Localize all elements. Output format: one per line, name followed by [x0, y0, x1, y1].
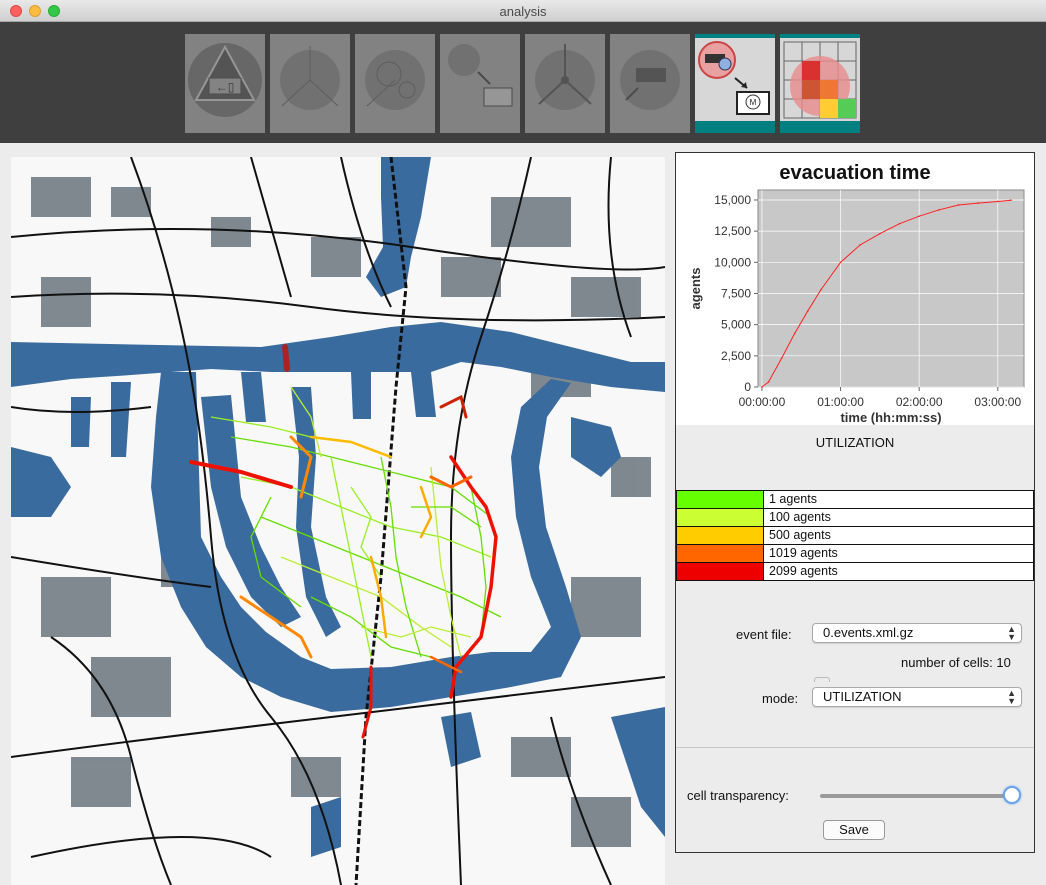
evacuation-exit-icon: ←▯: [188, 43, 262, 117]
node-links-tool-button[interactable]: [355, 34, 435, 133]
toolbar: ←▯ M: [0, 22, 1046, 143]
legend-label: 2099 agents: [769, 564, 838, 578]
select-arrows-icon: ▲ ▼: [1007, 624, 1016, 642]
evacuation-time-chart: evacuation time 0 2,500 5,000 7,500 10,000 12…: [676, 153, 1034, 425]
x-tick-label: 03:00:00: [974, 395, 1021, 409]
network-map: [11, 157, 665, 885]
legend-swatch: [677, 527, 764, 544]
cell-transparency-slider[interactable]: [820, 794, 1015, 798]
transit-export-tool-button[interactable]: M: [695, 34, 775, 133]
network-nodes-tool-button[interactable]: [270, 34, 350, 133]
legend-swatch: [677, 509, 764, 526]
bus-routing-tool-button[interactable]: [610, 34, 690, 133]
svg-text:←▯: ←▯: [216, 80, 235, 94]
data-point: [761, 386, 763, 388]
export-tool-button[interactable]: [440, 34, 520, 133]
analysis-panel: evacuation time 0 2,500 5,000 7,500 10,000 12…: [675, 152, 1035, 853]
data-point: [898, 222, 901, 225]
legend-label: 1019 agents: [769, 546, 838, 560]
utilization-legend: 1 agents 100 agents 500 agents 1019 agents 2…: [676, 490, 1034, 581]
data-point: [859, 244, 862, 246]
chart-plot: 0 2,500 5,000 7,500 10,000 12,500 15,000 00:00:…: [688, 189, 1025, 425]
event-file-value: 0.events.xml.gz: [823, 625, 914, 640]
heatmap-tool-button[interactable]: [780, 34, 860, 133]
event-file-select[interactable]: 0.events.xml.gz ▲ ▼: [812, 623, 1022, 643]
mode-value: UTILIZATION: [823, 689, 902, 704]
y-tick-label: 7,500: [721, 286, 751, 300]
event-file-label: event file:: [736, 627, 792, 642]
legend-row: 500 agents: [676, 527, 1034, 545]
map-view[interactable]: [11, 157, 665, 885]
mode-label: mode:: [762, 691, 799, 706]
y-tick-label: 10,000: [714, 255, 751, 269]
y-tick-label: 0: [744, 380, 751, 394]
x-axis-label: time (hh:mm:ss): [840, 410, 941, 425]
evacuation-area-tool-button[interactable]: ←▯: [185, 34, 265, 133]
data-point: [793, 332, 796, 335]
utilization-title: UTILIZATION: [815, 435, 895, 450]
title-bar: analysis: [0, 0, 1046, 22]
y-axis-label: agents: [688, 268, 703, 310]
connected-nodes-tool-button[interactable]: [525, 34, 605, 133]
number-of-cells-label: number of cells: 10: [901, 655, 1011, 670]
plot-area: [757, 189, 1025, 388]
legend-row: 100 agents: [676, 509, 1034, 527]
grid-heatmap-icon: [783, 41, 857, 119]
monitor-letter: M: [750, 98, 757, 107]
legend-swatch: [677, 545, 764, 562]
legend-label: 1 agents: [769, 492, 817, 506]
y-tick-label: 15,000: [714, 193, 751, 207]
legend-swatch: [677, 563, 764, 580]
x-tick-label: 02:00:00: [896, 395, 943, 409]
legend-row: 2099 agents: [676, 563, 1034, 581]
data-point: [938, 209, 940, 211]
legend-label: 100 agents: [769, 510, 831, 524]
y-tick-label: 2,500: [721, 349, 751, 363]
legend-label: 500 agents: [769, 528, 831, 542]
data-point: [918, 215, 920, 217]
x-tick-label: 00:00:00: [739, 395, 786, 409]
legend-swatch: [677, 491, 764, 508]
save-button[interactable]: Save: [823, 820, 885, 840]
data-point: [996, 200, 999, 203]
legend-row: 1019 agents: [676, 545, 1034, 563]
data-point: [767, 381, 770, 383]
data-point: [977, 202, 979, 204]
data-point: [780, 357, 783, 360]
export-to-monitor-icon: [448, 44, 513, 107]
select-arrows-icon: ▲ ▼: [1007, 688, 1016, 706]
data-point: [879, 232, 881, 235]
legend-row: 1 agents: [676, 490, 1034, 509]
transit-to-monitor-icon: M: [698, 41, 770, 115]
data-point: [820, 288, 822, 291]
network-nodes-icon: [280, 46, 340, 110]
data-point: [839, 261, 842, 264]
separator: [676, 747, 1034, 748]
node-links-icon: [365, 50, 425, 110]
y-tick-label: 5,000: [721, 318, 751, 332]
slider-knob[interactable]: [1003, 786, 1021, 804]
data-point: [957, 204, 960, 206]
bus-routing-icon: [620, 50, 680, 110]
connected-nodes-icon: [535, 44, 595, 110]
cell-transparency-label: cell transparency:: [687, 788, 789, 803]
data-point: [1010, 199, 1012, 202]
window-title: analysis: [499, 4, 547, 19]
data-point: [806, 310, 809, 312]
x-tick-label: 01:00:00: [817, 395, 864, 409]
mode-select[interactable]: UTILIZATION ▲ ▼: [812, 687, 1022, 707]
y-tick-label: 12,500: [714, 224, 751, 238]
cells-adjust-control[interactable]: [814, 677, 830, 682]
